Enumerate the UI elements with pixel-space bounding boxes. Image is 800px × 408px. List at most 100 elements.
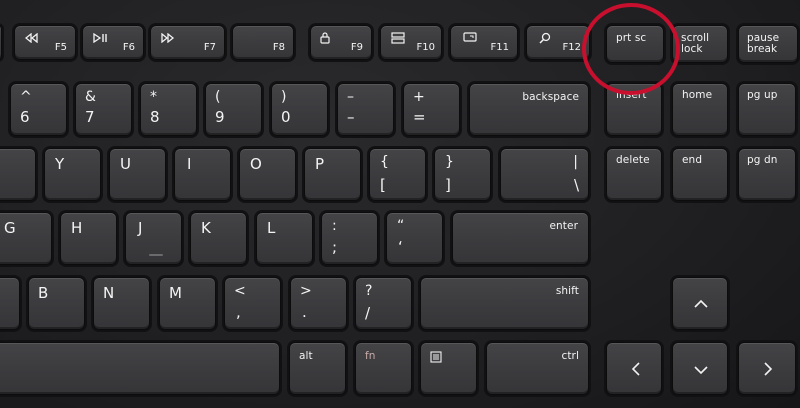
key-comma[interactable]: < , [224, 277, 281, 330]
key-f8[interactable]: F8 [232, 25, 294, 60]
home-label: home [682, 89, 713, 101]
key-k[interactable]: K [190, 212, 247, 265]
key-semicolon[interactable]: : ; [321, 212, 378, 265]
key-u-label: U [120, 155, 131, 173]
key-equals-top: + [413, 89, 425, 105]
key-7[interactable]: & 7 [75, 83, 132, 136]
f7-label: F7 [203, 42, 216, 53]
key-g[interactable]: G [0, 212, 52, 265]
key-b[interactable]: B [28, 277, 85, 330]
menu-icon [430, 351, 442, 363]
key-p-label: P [315, 155, 325, 173]
key-6-top: ^ [20, 89, 32, 105]
key-menu[interactable] [420, 342, 477, 395]
key-ctrl[interactable]: ctrl [486, 342, 589, 395]
semicolon-top: : [332, 218, 337, 234]
key-arrow-right[interactable] [738, 342, 796, 395]
key-7-bottom: 7 [85, 108, 95, 126]
open-bracket-top: { [380, 154, 389, 170]
key-8[interactable]: * 8 [140, 83, 197, 136]
arrow-up-icon [694, 299, 708, 308]
key-backspace[interactable]: backspace [469, 83, 589, 136]
insert-label: insert [616, 89, 647, 101]
key-0[interactable]: ) 0 [271, 83, 328, 136]
key-u[interactable]: U [109, 148, 166, 201]
key-f11[interactable]: F11 [450, 25, 518, 60]
key-insert[interactable]: insert [606, 83, 662, 136]
key-7-top: & [85, 89, 96, 105]
key-f5[interactable]: F5 [14, 25, 76, 60]
key-n[interactable]: N [93, 277, 150, 330]
key-9[interactable]: ( 9 [205, 83, 262, 136]
key-y[interactable]: Y [44, 148, 101, 201]
close-bracket-bottom: ] [445, 176, 451, 194]
key-period[interactable]: > . [290, 277, 347, 330]
key-minus-top: – [347, 89, 354, 105]
key-l[interactable]: L [256, 212, 313, 265]
home-key-bump [149, 254, 163, 256]
key-delete[interactable]: delete [606, 148, 662, 201]
arrow-left-icon [631, 362, 640, 376]
key-pause-break[interactable]: pause break [738, 25, 798, 63]
backspace-label: backspace [522, 91, 579, 103]
key-f9[interactable]: F9 [310, 25, 372, 60]
scroll-lock-line2: lock [681, 43, 703, 55]
key-pg-up[interactable]: pg up [738, 83, 796, 136]
semicolon-bottom: ; [332, 238, 338, 256]
f9-label: F9 [350, 42, 363, 53]
key-i[interactable]: I [174, 148, 231, 201]
quote-top: “ [397, 218, 405, 234]
alt-label: alt [299, 350, 313, 362]
key-scroll-lock[interactable]: scroll lock [672, 25, 728, 63]
key-0-top: ) [281, 89, 287, 105]
key-home[interactable]: home [672, 83, 728, 136]
key-shift[interactable]: shift [420, 277, 589, 330]
key-f6[interactable]: F6 [82, 25, 144, 60]
scroll-lock-line1: scroll [681, 32, 710, 44]
prt-sc-label: prt sc [616, 32, 647, 44]
key-m[interactable]: M [159, 277, 216, 330]
arrow-right-icon [764, 362, 773, 376]
key-quote[interactable]: “ ‘ [386, 212, 443, 265]
key-arrow-up[interactable] [672, 277, 728, 330]
key-arrow-left[interactable] [606, 342, 662, 395]
key-f7[interactable]: F7 [150, 25, 225, 60]
key-backslash[interactable]: | \ [500, 148, 589, 201]
key-h[interactable]: H [60, 212, 117, 265]
key-prt-sc[interactable]: prt sc [606, 25, 664, 63]
f6-label: F6 [122, 42, 135, 53]
f5-label: F5 [54, 42, 67, 53]
arrow-down-icon [694, 366, 708, 375]
f8-label: F8 [272, 42, 285, 53]
key-f4[interactable] [0, 25, 2, 60]
screen-icon [463, 32, 477, 43]
key-space[interactable] [0, 342, 280, 395]
open-bracket-bottom: [ [380, 176, 386, 194]
key-v[interactable] [0, 277, 20, 330]
key-minus-bottom: – [347, 108, 355, 126]
key-f10[interactable]: F10 [380, 25, 442, 60]
key-enter[interactable]: enter [452, 212, 589, 265]
key-9-bottom: 9 [215, 108, 225, 126]
key-equals-bottom: = [413, 108, 426, 126]
key-o[interactable]: O [239, 148, 296, 201]
key-slash[interactable]: ? / [355, 277, 412, 330]
delete-label: delete [616, 154, 650, 166]
key-close-bracket[interactable]: } ] [434, 148, 491, 201]
key-j[interactable]: J [125, 212, 182, 265]
key-p[interactable]: P [304, 148, 361, 201]
key-end[interactable]: end [672, 148, 728, 201]
key-alt[interactable]: alt [289, 342, 346, 395]
key-pg-dn[interactable]: pg dn [738, 148, 796, 201]
key-arrow-down[interactable] [672, 342, 728, 395]
key-open-bracket[interactable]: { [ [369, 148, 426, 201]
search-icon [539, 32, 551, 44]
key-minus[interactable]: – – [337, 83, 394, 136]
key-t[interactable] [0, 148, 36, 201]
key-f12[interactable]: F12 [526, 25, 590, 60]
pause-break-line2: break [747, 43, 778, 55]
key-6[interactable]: ^ 6 [10, 83, 67, 136]
key-fn[interactable]: fn [355, 342, 412, 395]
key-h-label: H [71, 219, 83, 237]
key-equals[interactable]: + = [403, 83, 460, 136]
